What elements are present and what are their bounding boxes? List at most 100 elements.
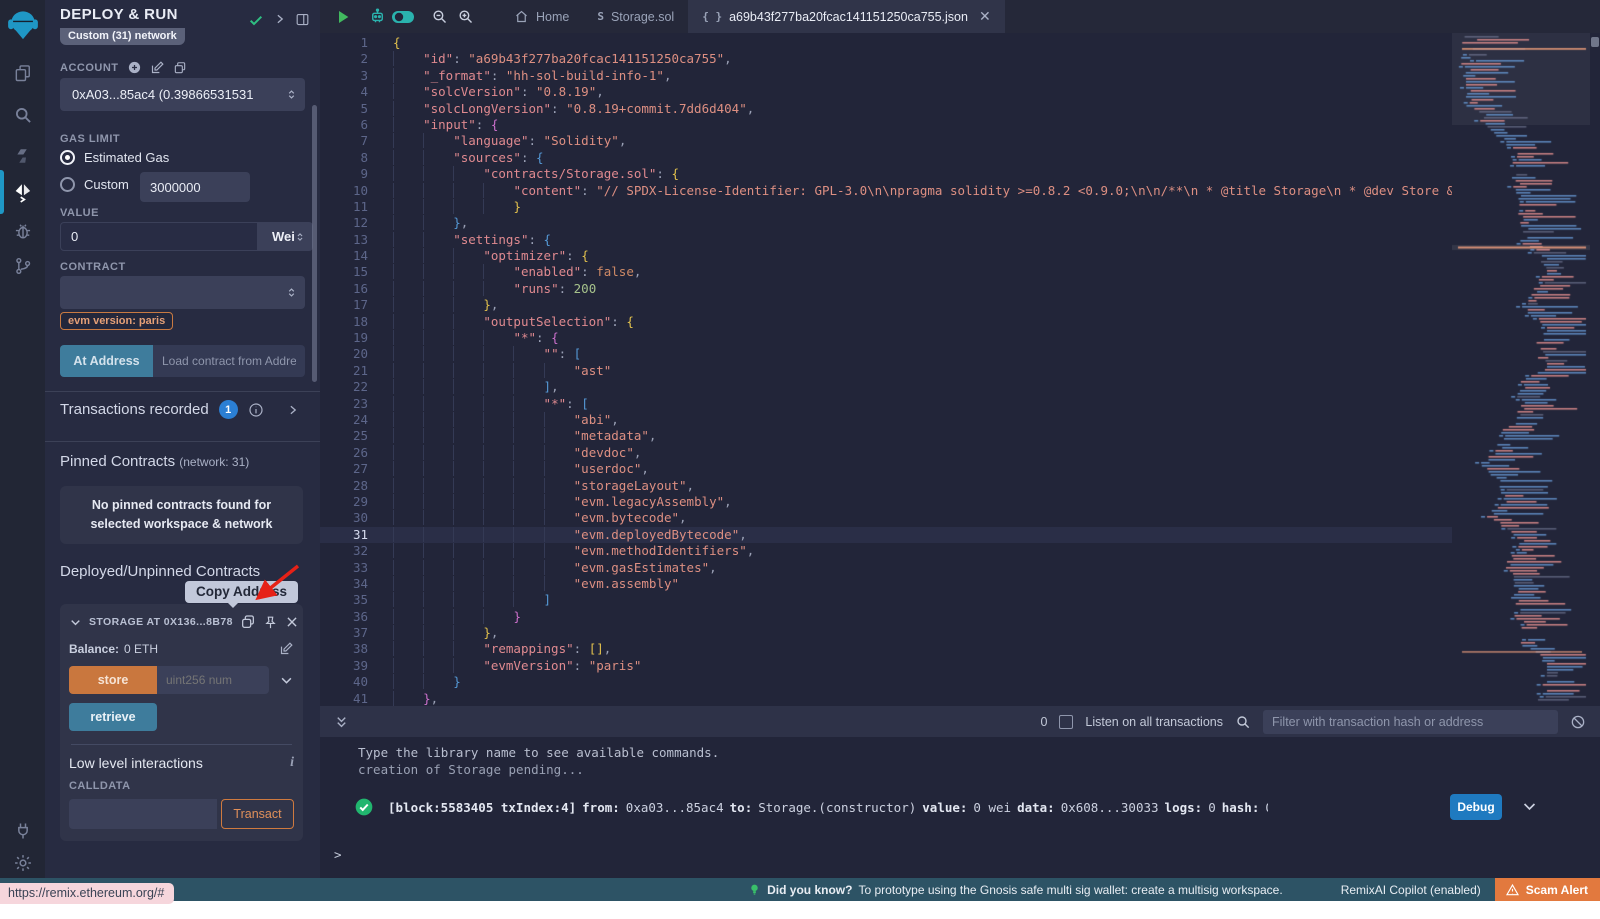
code-line[interactable]: 1{ <box>320 35 1452 51</box>
code-line[interactable]: 29 "evm.legacyAssembly", <box>320 494 1452 510</box>
value-unit-select[interactable]: Wei <box>258 222 313 251</box>
scam-alert-button[interactable]: Scam Alert <box>1495 878 1600 901</box>
code-line[interactable]: 37 }, <box>320 625 1452 641</box>
code-line[interactable]: 13 "settings": { <box>320 232 1452 248</box>
code-line[interactable]: 23 "*": [ <box>320 396 1452 412</box>
info-icon[interactable] <box>248 402 264 418</box>
code-line[interactable]: 16 "runs": 200 <box>320 281 1452 297</box>
code-line[interactable]: 19 "*": { <box>320 330 1452 346</box>
code-line[interactable]: 9 "contracts/Storage.sol": { <box>320 166 1452 182</box>
estimated-gas-option[interactable]: Estimated Gas <box>60 150 169 165</box>
source-control-icon[interactable] <box>0 251 45 281</box>
retrieve-button[interactable]: retrieve <box>69 703 157 731</box>
code-line[interactable]: 26 "devdoc", <box>320 445 1452 461</box>
code-line[interactable]: 17 }, <box>320 297 1452 313</box>
custom-gas-input[interactable] <box>140 172 250 202</box>
code-line[interactable]: 25 "metadata", <box>320 428 1452 444</box>
code-line[interactable]: 20 "": [ <box>320 346 1452 362</box>
code-line[interactable]: 7 "language": "Solidity", <box>320 133 1452 149</box>
ai-assistant-icon[interactable] <box>364 4 390 30</box>
code-line[interactable]: 41 }, <box>320 691 1452 706</box>
code-line[interactable]: 3 "_format": "hh-sol-build-info-1", <box>320 68 1452 84</box>
custom-gas-option[interactable]: Custom <box>60 177 129 192</box>
expand-transactions-icon[interactable] <box>286 403 299 417</box>
copilot-toggle-icon[interactable] <box>390 4 416 30</box>
edit-account-icon[interactable] <box>150 60 165 75</box>
code-line[interactable]: 14 "optimizer": { <box>320 248 1452 264</box>
transaction-log-row[interactable]: [block:5583405 txIndex:4]from:0xa03...85… <box>320 792 1600 822</box>
account-select[interactable]: 0xA03...85ac4 (0.39866531531 <box>60 78 305 111</box>
code-line[interactable]: 40 } <box>320 674 1452 690</box>
panel-scrollbar[interactable] <box>312 105 317 382</box>
debugger-icon[interactable] <box>0 216 45 246</box>
code-line[interactable]: 33 "evm.gasEstimates", <box>320 560 1452 576</box>
expand-terminal-icon[interactable] <box>334 714 349 730</box>
edit-balance-icon[interactable] <box>279 641 294 656</box>
zoom-out-icon[interactable] <box>426 4 452 30</box>
code-line[interactable]: 38 "remappings": [], <box>320 641 1452 657</box>
copilot-status[interactable]: RemixAI Copilot (enabled) <box>1341 883 1481 897</box>
code-line[interactable]: 11 } <box>320 199 1452 215</box>
debug-button[interactable]: Debug <box>1450 794 1502 820</box>
code-line[interactable]: 10 "content": "// SPDX-License-Identifie… <box>320 183 1452 199</box>
tab-storage-sol[interactable]: S Storage.sol <box>583 0 688 33</box>
code-line[interactable]: 36 } <box>320 609 1452 625</box>
expand-store-icon[interactable] <box>279 673 294 688</box>
estimated-gas-radio[interactable] <box>60 150 75 165</box>
store-arg-input[interactable] <box>157 666 269 694</box>
code-line[interactable]: 39 "evmVersion": "paris" <box>320 658 1452 674</box>
code-line[interactable]: 35 ] <box>320 592 1452 608</box>
code-line[interactable]: 28 "storageLayout", <box>320 478 1452 494</box>
transact-button[interactable]: Transact <box>221 799 294 829</box>
code-line[interactable]: 15 "enabled": false, <box>320 264 1452 280</box>
code-line[interactable]: 32 "evm.methodIdentifiers", <box>320 543 1452 559</box>
code-line[interactable]: 22 ], <box>320 379 1452 395</box>
chevron-right-icon[interactable] <box>273 12 286 26</box>
code-line[interactable]: 31 "evm.deployedBytecode", <box>320 527 1452 543</box>
add-account-icon[interactable] <box>127 60 142 75</box>
code-line[interactable]: 6 "input": { <box>320 117 1452 133</box>
chevron-down-icon[interactable] <box>69 616 82 629</box>
code-line[interactable]: 12 }, <box>320 215 1452 231</box>
custom-gas-radio[interactable] <box>60 177 75 192</box>
solidity-compiler-icon[interactable] <box>0 141 45 171</box>
code-line[interactable]: 21 "ast" <box>320 363 1452 379</box>
copy-account-icon[interactable] <box>173 61 187 75</box>
code-line[interactable]: 30 "evm.bytecode", <box>320 510 1452 526</box>
settings-gear-icon[interactable] <box>0 848 45 878</box>
contract-instance-title[interactable]: STORAGE AT 0X136...8B78 <box>89 616 233 628</box>
info-icon[interactable]: i <box>290 755 294 771</box>
deploy-run-icon[interactable] <box>0 178 45 208</box>
close-tab-icon[interactable]: ✕ <box>979 8 991 25</box>
copy-address-icon[interactable] <box>240 614 256 630</box>
search-icon[interactable] <box>0 100 45 130</box>
code-line[interactable]: 8 "sources": { <box>320 150 1452 166</box>
terminal[interactable]: Type the library name to see available c… <box>320 737 1600 878</box>
code-line[interactable]: 24 "abi", <box>320 412 1452 428</box>
plugin-manager-icon[interactable] <box>0 816 45 846</box>
tab-build-info-json[interactable]: { } a69b43f277ba20fcac141151250ca755.jso… <box>688 0 1004 33</box>
expand-log-icon[interactable] <box>1521 798 1538 815</box>
code-line[interactable]: 34 "evm.assembly" <box>320 576 1452 592</box>
value-input[interactable] <box>60 222 258 251</box>
code-line[interactable]: 5 "solcLongVersion": "0.8.19+commit.7dd6… <box>320 101 1452 117</box>
code-line[interactable]: 18 "outputSelection": { <box>320 314 1452 330</box>
editor-scrollbar[interactable] <box>1591 37 1599 47</box>
contract-select[interactable] <box>60 276 305 309</box>
filter-input[interactable] <box>1263 710 1558 734</box>
close-contract-icon[interactable] <box>285 615 299 629</box>
minimap[interactable] <box>1452 33 1590 706</box>
pin-contract-icon[interactable] <box>263 615 278 630</box>
pin-panel-icon[interactable] <box>295 12 310 27</box>
clear-console-icon[interactable] <box>1570 714 1586 730</box>
code-lines[interactable]: 1{2 "id": "a69b43f277ba20fcac141151250ca… <box>320 35 1452 706</box>
run-script-icon[interactable] <box>330 4 356 30</box>
file-explorer-icon[interactable] <box>0 58 45 88</box>
store-button[interactable]: store <box>69 666 157 694</box>
calldata-input[interactable] <box>69 799 217 829</box>
remix-logo-icon[interactable] <box>2 4 43 46</box>
listen-checkbox[interactable] <box>1059 715 1073 729</box>
load-contract-input[interactable] <box>153 345 305 377</box>
zoom-in-icon[interactable] <box>452 4 478 30</box>
tab-home[interactable]: Home <box>500 0 583 33</box>
